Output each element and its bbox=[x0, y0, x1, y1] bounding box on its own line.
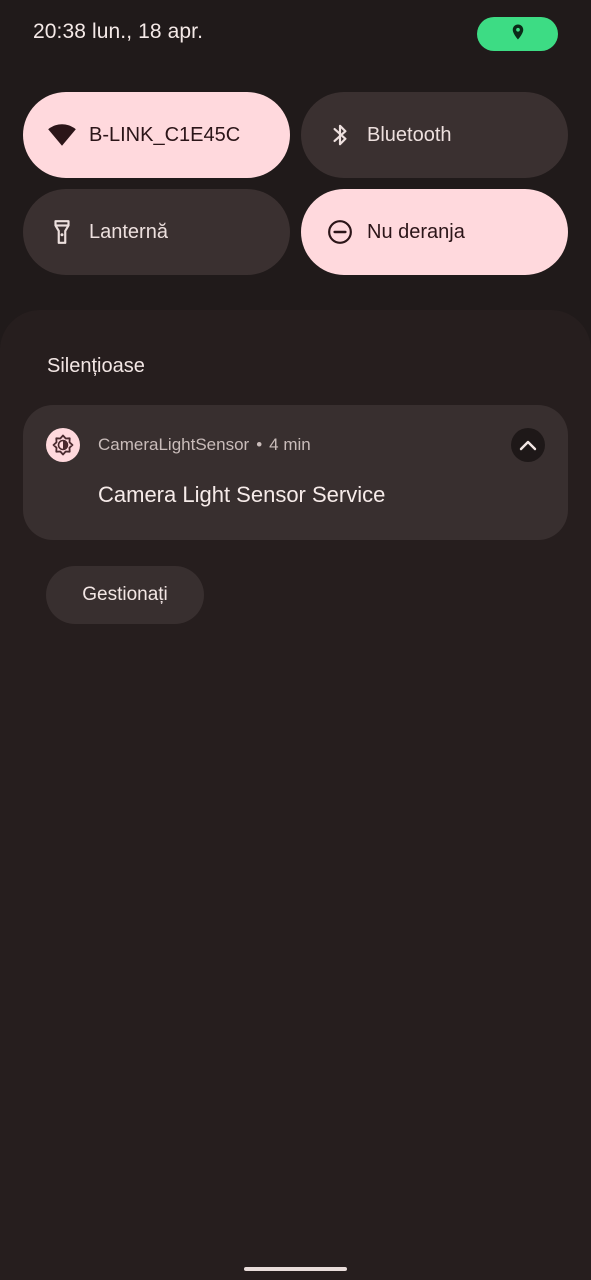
section-title-silent: Silențioase bbox=[47, 355, 145, 377]
brightness-icon bbox=[46, 428, 80, 462]
tile-dnd-label: Nu deranja bbox=[367, 220, 465, 243]
tile-wifi-label: B-LINK_C1E45C bbox=[89, 123, 241, 146]
bluetooth-icon bbox=[325, 120, 355, 150]
wifi-icon bbox=[47, 120, 77, 150]
tile-wifi[interactable]: B-LINK_C1E45C bbox=[23, 92, 290, 178]
chevron-up-icon[interactable] bbox=[511, 428, 545, 462]
notification-time: 4 min bbox=[269, 435, 311, 454]
notification-app-name: CameraLightSensor bbox=[98, 435, 250, 454]
notification-separator: • bbox=[256, 435, 263, 454]
tile-flashlight[interactable]: Lanternă bbox=[23, 189, 290, 275]
notification-title: Camera Light Sensor Service bbox=[98, 482, 386, 507]
tile-do-not-disturb[interactable]: Nu deranja bbox=[301, 189, 568, 275]
flashlight-icon bbox=[47, 217, 77, 247]
location-indicator[interactable] bbox=[477, 17, 558, 51]
location-pin-icon bbox=[509, 22, 527, 47]
status-bar: 20:38 lun., 18 apr. bbox=[0, 0, 591, 70]
home-indicator[interactable] bbox=[244, 1267, 347, 1271]
do-not-disturb-icon bbox=[325, 217, 355, 247]
manage-button[interactable]: Gestionați bbox=[46, 566, 204, 624]
notification-card[interactable]: CameraLightSensor • 4 min Camera Light Sen… bbox=[23, 405, 568, 540]
tile-flashlight-label: Lanternă bbox=[89, 220, 168, 243]
status-time-date: 20:38 lun., 18 apr. bbox=[33, 20, 204, 43]
tile-bluetooth[interactable]: Bluetooth bbox=[301, 92, 568, 178]
notification-header: CameraLightSensor • 4 min bbox=[98, 435, 311, 455]
tile-bluetooth-label: Bluetooth bbox=[367, 123, 452, 146]
